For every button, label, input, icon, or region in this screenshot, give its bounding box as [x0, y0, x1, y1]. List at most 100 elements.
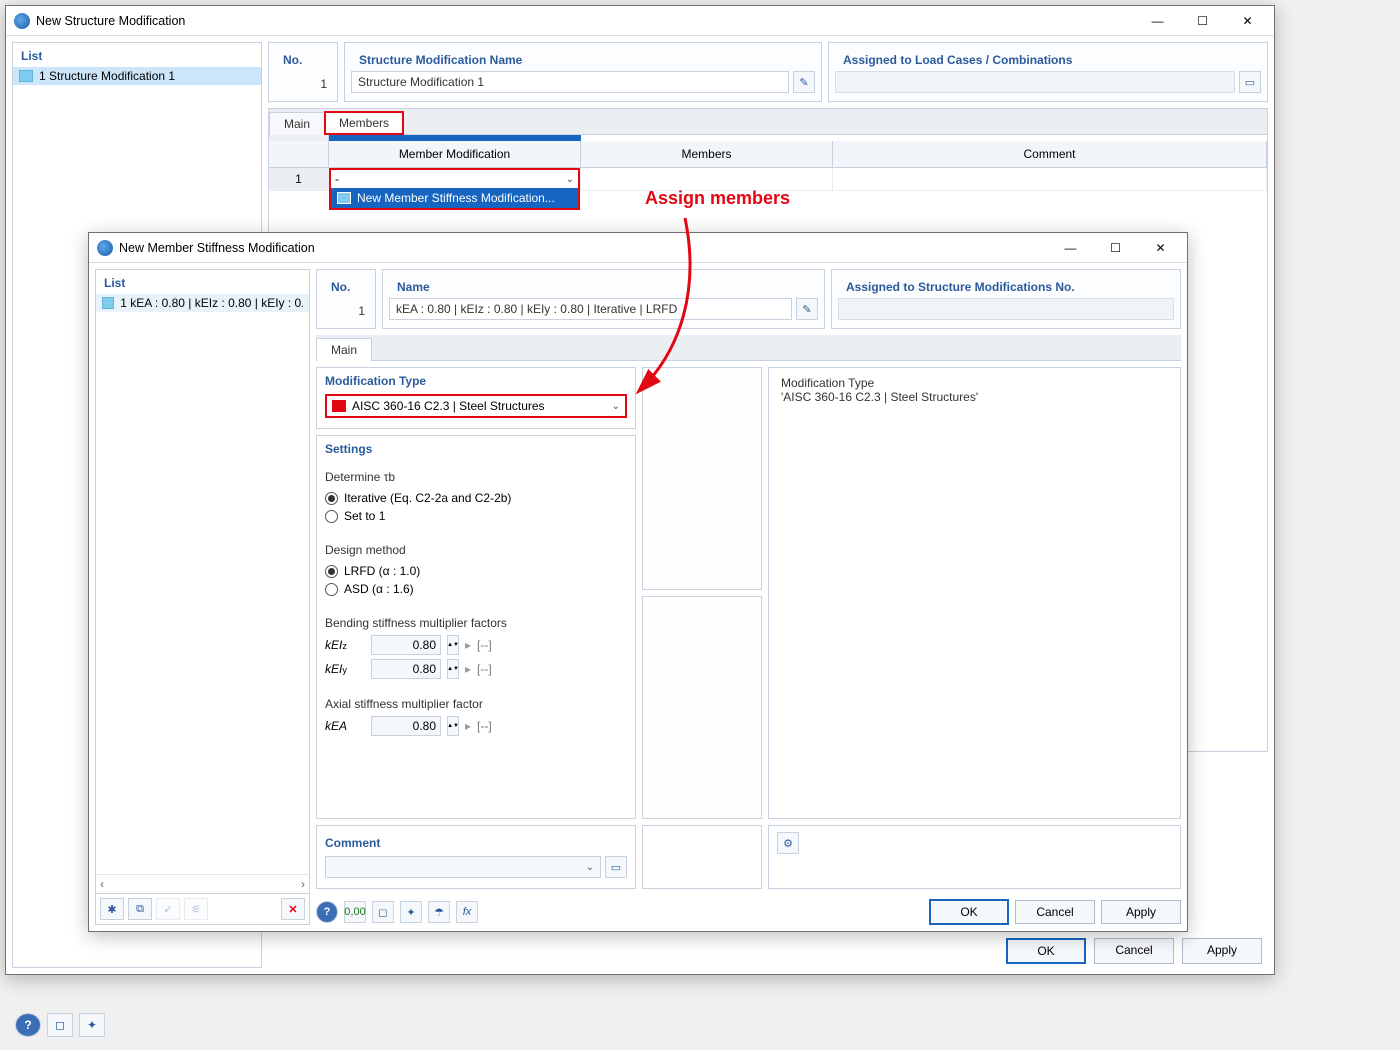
- comment-picker-icon[interactable]: ▭: [605, 856, 627, 878]
- settings-label: Settings: [325, 442, 627, 460]
- col-head-c[interactable]: Members: [581, 141, 833, 167]
- edit-icon[interactable]: ✎: [793, 71, 815, 93]
- tab-members[interactable]: Members: [324, 111, 404, 135]
- comment-cell[interactable]: [833, 168, 1267, 190]
- mid-preview-main: [642, 596, 762, 819]
- outer-titlebar: New Structure Modification — ☐ ✕: [6, 6, 1274, 36]
- copy-icon[interactable]: ⧉: [128, 898, 152, 920]
- tab-strip: Main Members: [269, 109, 1267, 135]
- mod-type-select[interactable]: AISC 360-16 C2.3 | Steel Structures ⌄: [325, 394, 627, 418]
- keiz-label: kEIz: [325, 638, 365, 652]
- list-swatch: [102, 297, 114, 309]
- dd-option-text: New Member Stiffness Modification...: [357, 191, 555, 205]
- mod-type-value: AISC 360-16 C2.3 | Steel Structures: [352, 399, 545, 413]
- chevron-down-icon: ⌄: [612, 401, 620, 412]
- minimize-icon[interactable]: —: [1048, 234, 1093, 262]
- name-input[interactable]: [351, 71, 789, 93]
- kea-row: kEA ▲▼ ▸ [--]: [325, 716, 627, 736]
- list-item[interactable]: 1 kEA : 0.80 | kEIz : 0.80 | kEIy : 0.80…: [96, 294, 309, 312]
- no-value: 1: [275, 71, 331, 97]
- render-icon[interactable]: ☂: [428, 901, 450, 923]
- axis-icon[interactable]: ✦: [400, 901, 422, 923]
- assign-picker-icon[interactable]: ▭: [1239, 71, 1261, 93]
- tab-main[interactable]: Main: [269, 112, 325, 135]
- unit: [--]: [477, 719, 492, 733]
- assign-input[interactable]: [835, 71, 1235, 93]
- reset-icon[interactable]: ▸: [465, 638, 471, 652]
- radio-dot: [325, 510, 338, 523]
- comment-label: Comment: [325, 836, 627, 850]
- help-icon[interactable]: ?: [316, 901, 338, 923]
- mod-type-swatch: [332, 400, 346, 412]
- stepper-icon[interactable]: ▲▼: [447, 716, 459, 736]
- dd-option[interactable]: New Member Stiffness Modification...: [329, 188, 580, 210]
- radio-dot: [325, 492, 338, 505]
- inner-no-box: No. 1: [316, 269, 376, 329]
- option-swatch: [337, 192, 351, 204]
- maximize-icon[interactable]: ☐: [1180, 7, 1225, 35]
- inner-tab-main[interactable]: Main: [316, 338, 372, 361]
- member-mod-cell[interactable]: - ⌄ New Member Stiffness Modification...: [329, 168, 581, 190]
- radio-set1[interactable]: Set to 1: [325, 507, 627, 525]
- kea-input[interactable]: [371, 716, 441, 736]
- inner-name-box: Name ✎: [382, 269, 825, 329]
- outer-button-row: OK Cancel Apply: [1006, 938, 1262, 964]
- grid-header: Member Modification Members Comment: [269, 141, 1267, 168]
- new-icon[interactable]: ✱: [100, 898, 124, 920]
- inner-ok-button[interactable]: OK: [929, 899, 1009, 925]
- view-icon[interactable]: ◻: [47, 1013, 73, 1037]
- info-tool-icon[interactable]: ⚙: [777, 832, 799, 854]
- comment-box: Comment ⌄ ▭: [316, 825, 636, 889]
- inner-apply-button[interactable]: Apply: [1101, 900, 1181, 924]
- radio-asd[interactable]: ASD (α : 1.6): [325, 580, 627, 598]
- no-label: No.: [323, 274, 369, 298]
- members-cell[interactable]: [581, 168, 833, 190]
- info-bottom-box: ⚙: [768, 825, 1181, 889]
- check-icon[interactable]: ✓: [156, 898, 180, 920]
- list-item[interactable]: 1 Structure Modification 1: [13, 67, 261, 85]
- outer-bottom-strip: ? ◻ ✦: [5, 1005, 1275, 1045]
- axial-label: Axial stiffness multiplier factor: [325, 697, 627, 711]
- reset-icon[interactable]: ▸: [465, 662, 471, 676]
- edit-icon[interactable]: ✎: [796, 298, 818, 320]
- app-icon: [14, 13, 30, 29]
- fx-icon[interactable]: fx: [456, 901, 478, 923]
- filter-icon[interactable]: ⚟: [184, 898, 208, 920]
- unit: [--]: [477, 662, 492, 676]
- apply-button[interactable]: Apply: [1182, 938, 1262, 964]
- mid-bottom-box: [642, 825, 762, 889]
- no-value: 1: [323, 298, 369, 324]
- inner-list-panel: List 1 kEA : 0.80 | kEIz : 0.80 | kEIy :…: [95, 269, 310, 925]
- assign-input[interactable]: [838, 298, 1174, 320]
- scroll-hint[interactable]: ‹›: [96, 874, 309, 893]
- col-head-b[interactable]: Member Modification: [329, 141, 581, 167]
- maximize-icon[interactable]: ☐: [1093, 234, 1138, 262]
- keiy-input[interactable]: [371, 659, 441, 679]
- assign-label: Assigned to Structure Modifications No.: [838, 274, 1174, 298]
- settings-box: Settings Determine τb Iterative (Eq. C2-…: [316, 435, 636, 819]
- radio-iterative[interactable]: Iterative (Eq. C2-2a and C2-2b): [325, 489, 627, 507]
- inner-cancel-button[interactable]: Cancel: [1015, 900, 1095, 924]
- col-head-d[interactable]: Comment: [833, 141, 1267, 167]
- stepper-icon[interactable]: ▲▼: [447, 635, 459, 655]
- view-icon[interactable]: ◻: [372, 901, 394, 923]
- radio-lrfd[interactable]: LRFD (α : 1.0): [325, 562, 627, 580]
- comment-combo[interactable]: ⌄: [325, 856, 601, 878]
- help-icon[interactable]: ?: [15, 1013, 41, 1037]
- minimize-icon[interactable]: —: [1135, 7, 1180, 35]
- units-icon[interactable]: 0,00: [344, 901, 366, 923]
- inner-name-input[interactable]: [389, 298, 792, 320]
- axis-icon[interactable]: ✦: [79, 1013, 105, 1037]
- stepper-icon[interactable]: ▲▼: [447, 659, 459, 679]
- close-icon[interactable]: ✕: [1138, 234, 1183, 262]
- close-icon[interactable]: ✕: [1225, 7, 1270, 35]
- ok-button[interactable]: OK: [1006, 938, 1086, 964]
- info-line-1: Modification Type: [781, 376, 1168, 390]
- unit: [--]: [477, 638, 492, 652]
- reset-icon[interactable]: ▸: [465, 719, 471, 733]
- kea-label: kEA: [325, 719, 365, 733]
- annotation-text: Assign members: [645, 188, 790, 209]
- keiz-input[interactable]: [371, 635, 441, 655]
- cancel-button[interactable]: Cancel: [1094, 938, 1174, 964]
- delete-icon[interactable]: ✕: [281, 898, 305, 920]
